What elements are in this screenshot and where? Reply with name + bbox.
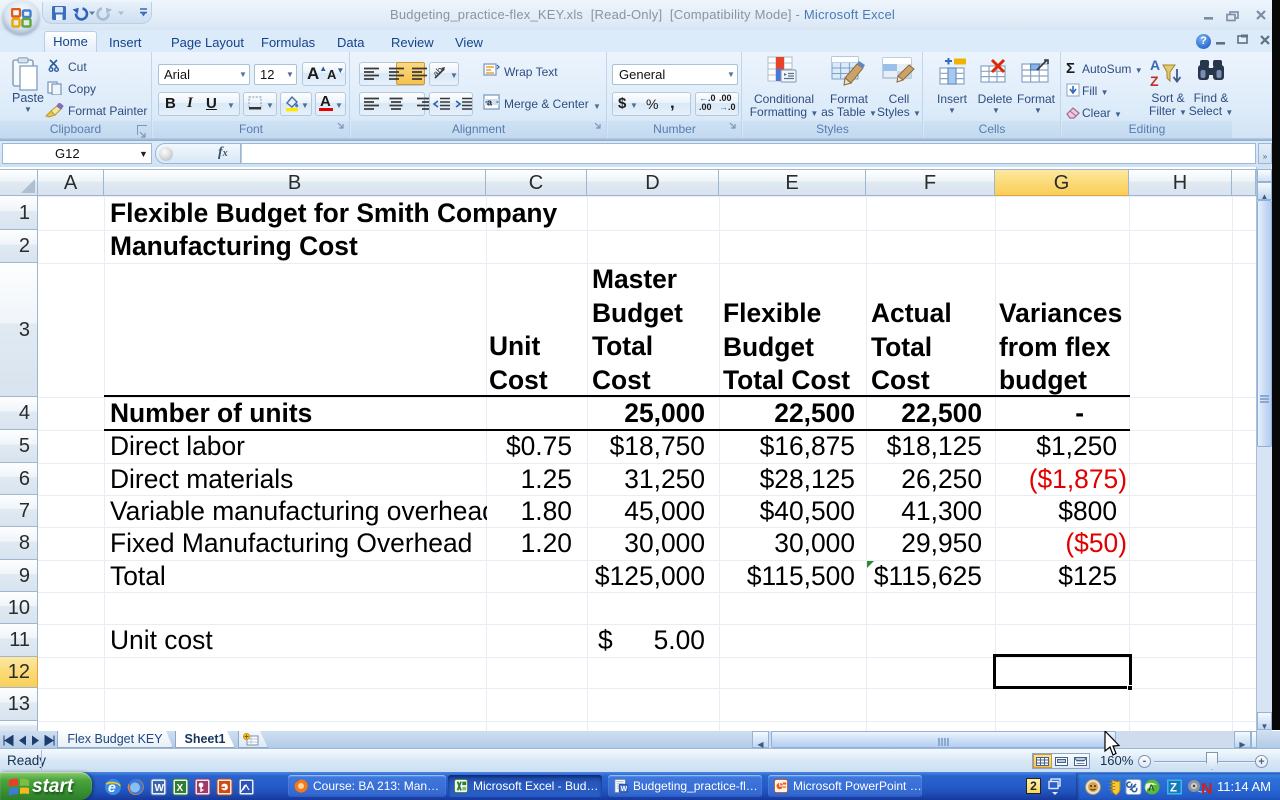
- svg-text:W: W: [155, 783, 165, 794]
- svg-text:W: W: [621, 786, 628, 793]
- svg-text:N: N: [1201, 781, 1213, 796]
- svg-text:Z: Z: [1170, 783, 1177, 795]
- svg-text:A: A: [1148, 783, 1155, 793]
- svg-text:A: A: [1150, 57, 1160, 73]
- svg-text:e: e: [108, 779, 116, 795]
- svg-text:ab: ab: [433, 65, 445, 79]
- svg-text:X: X: [177, 783, 184, 794]
- svg-text:Z: Z: [1150, 73, 1159, 88]
